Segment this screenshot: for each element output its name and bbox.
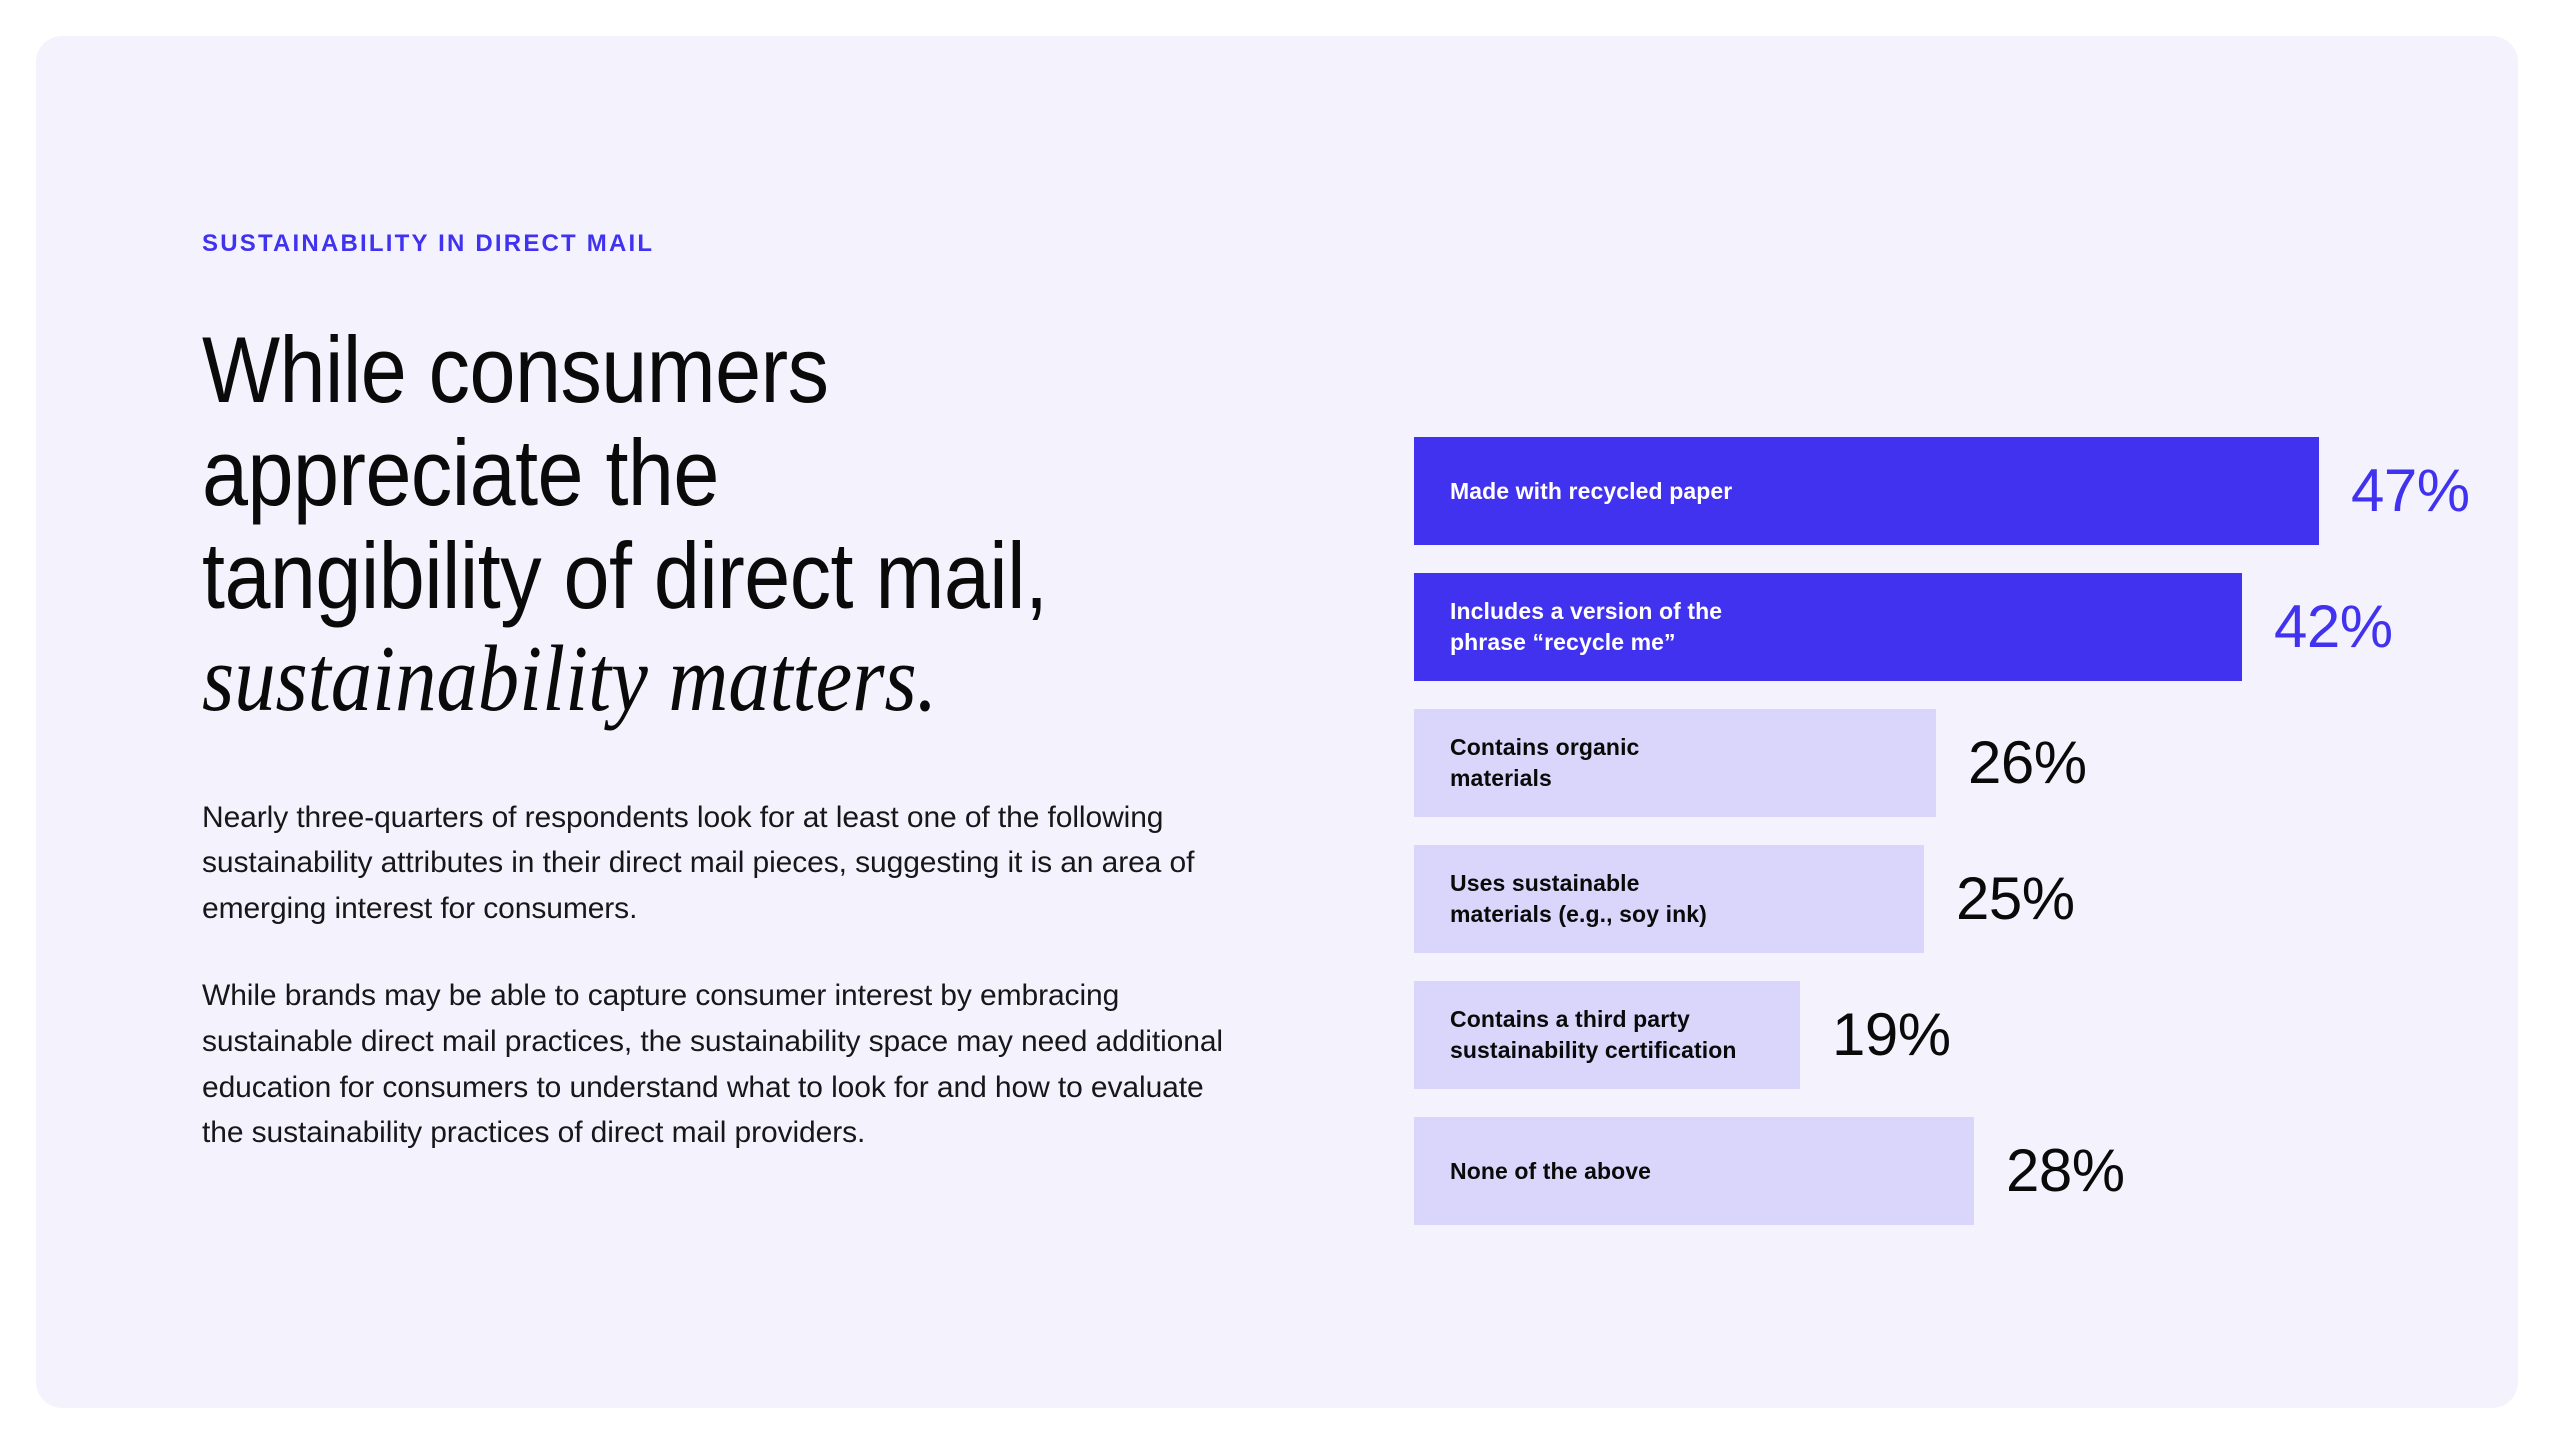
headline-line-2: appreciate the — [202, 419, 719, 525]
bar-label: Contains organic materials — [1450, 734, 1640, 791]
body-paragraph-1: Nearly three-quarters of respondents loo… — [202, 800, 1195, 925]
bar-value: 47% — [2351, 457, 2470, 524]
headline-line-4-italic: sustainability matters. — [202, 626, 938, 731]
left-column: SUSTAINABILITY IN DIRECT MAIL While cons… — [202, 232, 1262, 1156]
table-row: Contains organic materials 26% — [1414, 709, 2474, 817]
eyebrow-label: SUSTAINABILITY IN DIRECT MAIL — [202, 230, 655, 257]
bar-includes-recycle-me-phrase: Includes a version of the phrase “recycl… — [1414, 573, 2242, 681]
bar-label: None of the above — [1450, 1157, 1652, 1184]
table-row: Made with recycled paper 47% — [1414, 437, 2474, 545]
bar-value: 42% — [2274, 593, 2393, 660]
bar-label: Includes a version of the phrase “recycl… — [1450, 598, 1723, 655]
bar-uses-sustainable-materials: Uses sustainable materials (e.g., soy in… — [1414, 845, 1924, 953]
headline-line-3: tangibility of direct mail, — [202, 522, 1048, 628]
bar-label: Contains a third party sustainability ce… — [1450, 1006, 1737, 1063]
body-copy: Nearly three-quarters of respondents loo… — [202, 795, 1237, 1156]
table-row: Includes a version of the phrase “recycl… — [1414, 573, 2474, 681]
bar-third-party-certification: Contains a third party sustainability ce… — [1414, 981, 1800, 1089]
table-row: Contains a third party sustainability ce… — [1414, 981, 2474, 1089]
bar-value: 19% — [1832, 1001, 1951, 1068]
body-paragraph-2: While brands may be able to capture cons… — [202, 979, 1223, 1150]
bar-value: 26% — [1968, 729, 2087, 796]
headline-line-1: While consumers — [202, 317, 829, 422]
bar-none-of-the-above: None of the above — [1414, 1117, 1974, 1225]
bar-label: Made with recycled paper — [1450, 477, 1733, 504]
slide-card: SUSTAINABILITY IN DIRECT MAIL While cons… — [36, 36, 2518, 1408]
bar-value: 28% — [2006, 1137, 2125, 1204]
bar-value: 25% — [1956, 865, 2075, 932]
bar-label: Uses sustainable materials (e.g., soy in… — [1450, 870, 1707, 927]
bar-contains-organic-materials: Contains organic materials — [1414, 709, 1936, 817]
page-title: While consumers appreciate the tangibili… — [202, 317, 1258, 731]
horizontal-bar-chart: Made with recycled paper 47% Includes a … — [1414, 437, 2474, 1225]
bar-made-with-recycled-paper: Made with recycled paper — [1414, 437, 2319, 545]
table-row: Uses sustainable materials (e.g., soy in… — [1414, 845, 2474, 953]
table-row: None of the above 28% — [1414, 1117, 2474, 1225]
